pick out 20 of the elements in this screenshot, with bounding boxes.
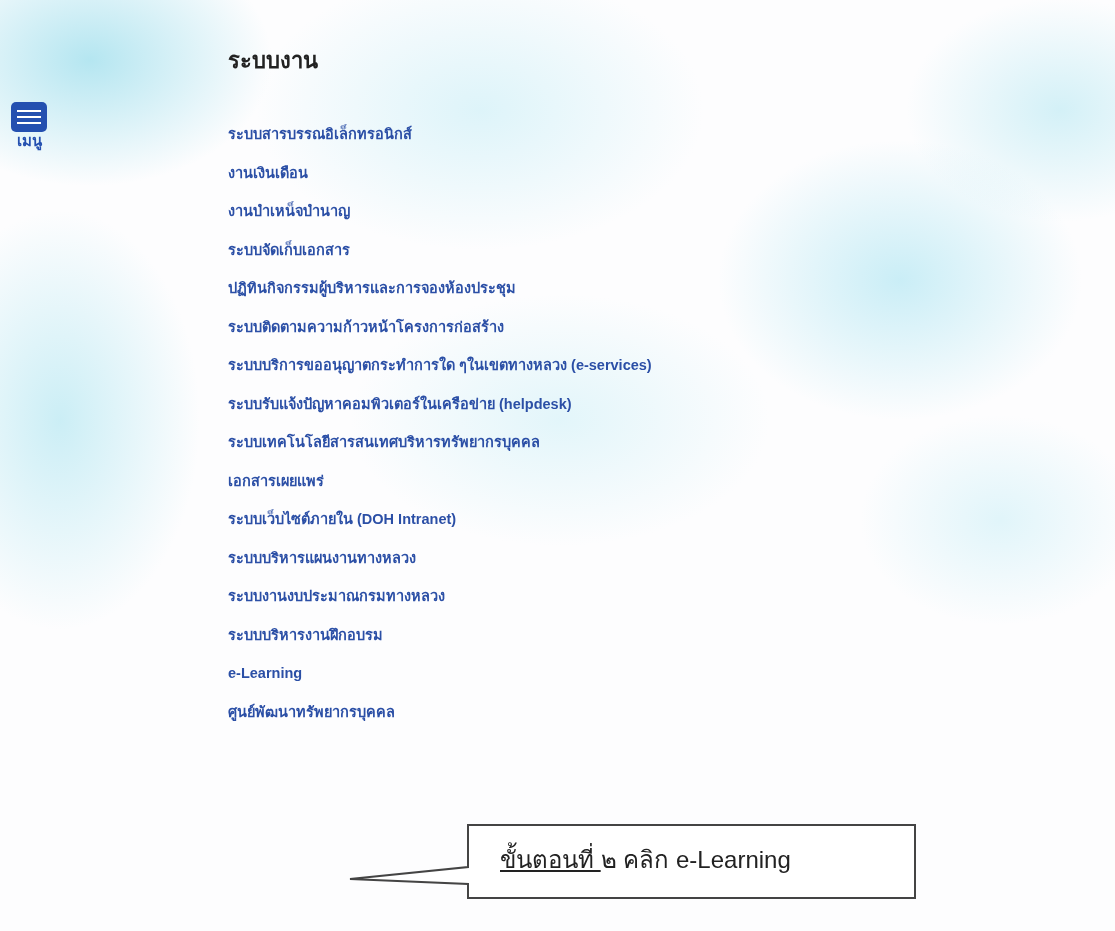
system-link[interactable]: e-Learning: [228, 663, 303, 684]
system-link[interactable]: ระบบสารบรรณอิเล็กทรอนิกส์: [228, 124, 412, 145]
system-link[interactable]: ระบบรับแจ้งปัญหาคอมพิวเตอร์ในเครือข่าย (helpdesk): [228, 393, 572, 414]
system-link[interactable]: ระบบบริหารแผนงานทางหลวง: [228, 547, 416, 568]
callout-text: ขั้นตอนที่ ๒ คลิก e-Learning: [500, 844, 791, 876]
system-link[interactable]: งานบำเหน็จบำนาญ: [228, 201, 350, 222]
system-link[interactable]: เอกสารเผยแพร่: [228, 470, 324, 491]
menu-button[interactable]: เมนู: [11, 102, 47, 150]
system-link[interactable]: ระบบบริการขออนุญาตกระทำการใด ๆในเขตทางหลวง (e-services): [228, 355, 652, 376]
system-link[interactable]: ระบบจัดเก็บเอกสาร: [228, 239, 350, 260]
system-link[interactable]: ระบบเว็บไซต์ภายใน (DOH Intranet): [228, 509, 457, 530]
system-link[interactable]: ระบบบริหารงานฝึกอบรม: [228, 624, 383, 645]
system-link[interactable]: ระบบติดตามความก้าวหน้าโครงการก่อสร้าง: [228, 316, 504, 337]
system-link[interactable]: งานเงินเดือน: [228, 162, 308, 183]
section-title: ระบบงาน: [228, 47, 319, 75]
system-link[interactable]: ระบบงานงบประมาณกรมทางหลวง: [228, 586, 445, 607]
system-link[interactable]: ศูนย์พัฒนาทรัพยากรบุคคล: [228, 701, 395, 722]
menu-icon: [11, 102, 47, 132]
system-link[interactable]: ปฏิทินกิจกรรมผู้บริหารและการจองห้องประชุม: [228, 278, 516, 299]
system-link[interactable]: ระบบเทคโนโลยีสารสนเทศบริหารทรัพยากรบุคคล: [228, 432, 540, 453]
